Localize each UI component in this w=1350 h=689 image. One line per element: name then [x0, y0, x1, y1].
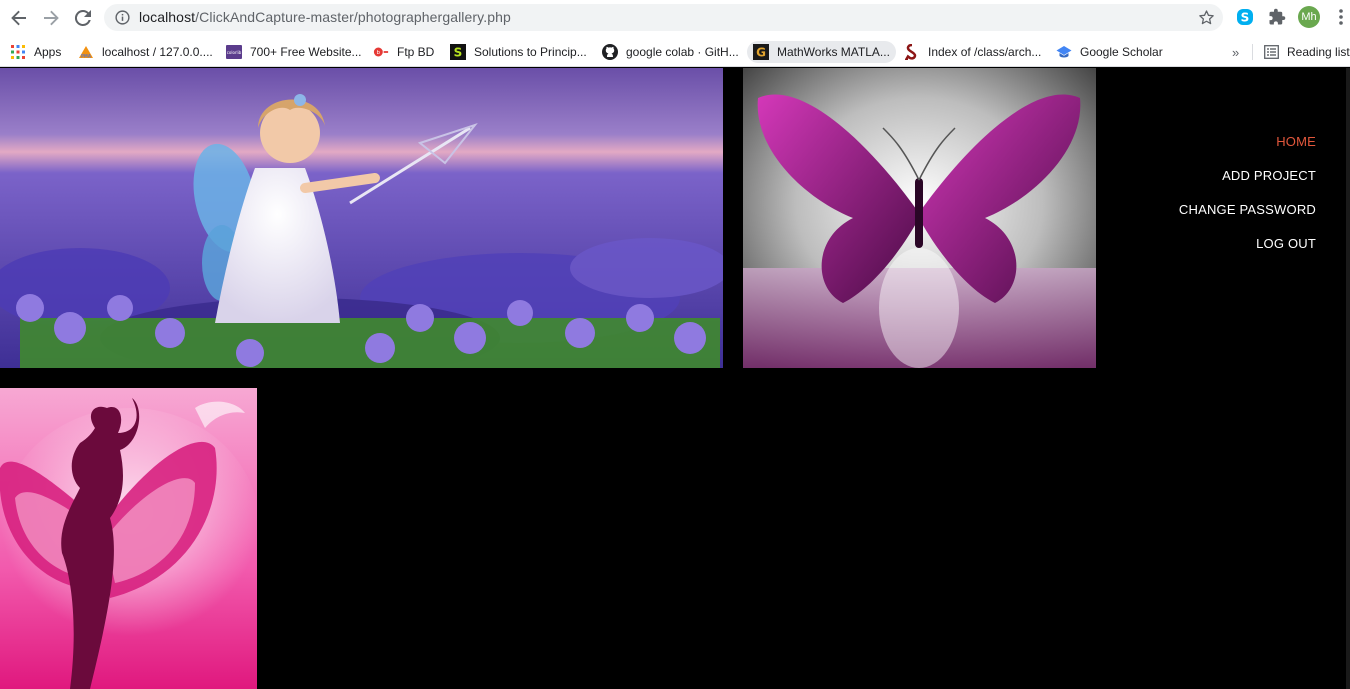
bookmark-label: Index of /class/arch...	[928, 45, 1042, 59]
apps-grid-icon	[10, 44, 26, 60]
bookmark-label: Google Scholar	[1080, 45, 1163, 59]
colorlib-icon: colorlib	[226, 44, 242, 60]
main-nav: HOME ADD PROJECT CHANGE PASSWORD LOG OUT	[1179, 134, 1316, 270]
bookmark-label: MathWorks MATLA...	[777, 45, 890, 59]
bookmarks-divider	[1252, 44, 1253, 60]
address-bar[interactable]: localhost/ClickAndCapture-master/photogr…	[104, 4, 1223, 31]
graduation-cap-icon	[1056, 44, 1072, 60]
svg-text:S: S	[1241, 11, 1250, 25]
nav-add-project-link[interactable]: ADD PROJECT	[1179, 168, 1316, 183]
bookmark-colab[interactable]: google colab · GitH...	[602, 41, 739, 63]
svg-text:G: G	[756, 46, 766, 60]
reading-list-icon	[1263, 44, 1279, 60]
reading-list-label: Reading list	[1287, 45, 1350, 59]
gallery-photo-butterfly[interactable]	[743, 68, 1096, 368]
bookmark-apps[interactable]: Apps	[10, 41, 61, 63]
gallery-photo-pink-fairy[interactable]	[0, 388, 257, 689]
skype-icon[interactable]: S	[1234, 6, 1256, 28]
forward-icon[interactable]	[39, 6, 63, 30]
mathworks-icon: G	[753, 44, 769, 60]
url-host: localhost	[139, 9, 196, 25]
bookmark-scholar[interactable]: Google Scholar	[1056, 41, 1163, 63]
bookmark-localhost[interactable]: PMA localhost / 127.0.0....	[78, 41, 213, 63]
stanford-icon	[904, 44, 920, 60]
url-text: localhost/ClickAndCapture-master/photogr…	[139, 9, 511, 25]
browser-toolbar: localhost/ClickAndCapture-master/photogr…	[0, 0, 1350, 35]
info-icon[interactable]	[115, 10, 130, 30]
nav-log-out-link[interactable]: LOG OUT	[1179, 236, 1316, 251]
url-path: /ClickAndCapture-master/photographergall…	[195, 9, 511, 25]
gallery-page: HOME ADD PROJECT CHANGE PASSWORD LOG OUT	[0, 68, 1350, 689]
kebab-menu-icon[interactable]	[1330, 6, 1350, 28]
back-icon[interactable]	[7, 6, 31, 30]
svg-text:colorlib: colorlib	[227, 50, 242, 55]
bookmark-label: Solutions to Princip...	[474, 45, 587, 59]
bookmark-label: localhost / 127.0.0....	[102, 45, 213, 59]
slader-icon: S	[450, 44, 466, 60]
bookmark-label: google colab · GitH...	[626, 45, 739, 59]
bookmark-colorlib[interactable]: colorlib 700+ Free Website...	[226, 41, 362, 63]
bookmark-ftpbd[interactable]: b Ftp BD	[373, 41, 434, 63]
reload-icon[interactable]	[71, 6, 95, 30]
gallery-photo-fairy-girl[interactable]	[0, 68, 723, 368]
bookmark-mathworks[interactable]: G MathWorks MATLA...	[747, 41, 896, 63]
nav-change-password-link[interactable]: CHANGE PASSWORD	[1179, 202, 1316, 217]
bookmark-label: 700+ Free Website...	[250, 45, 362, 59]
nav-home-link[interactable]: HOME	[1179, 134, 1316, 149]
more-bookmarks-icon[interactable]: »	[1232, 41, 1239, 63]
ftpbd-icon: b	[373, 44, 389, 60]
bookmarks-bar: Apps PMA localhost / 127.0.0.... colorli…	[0, 35, 1350, 67]
phpmyadmin-icon: PMA	[78, 44, 94, 60]
puzzle-icon[interactable]	[1266, 6, 1288, 28]
profile-avatar[interactable]: Mh	[1298, 6, 1320, 28]
svg-text:b: b	[377, 50, 381, 56]
page-scrollbar[interactable]	[1346, 68, 1350, 689]
bookmark-label: Apps	[34, 45, 62, 59]
svg-text:S: S	[454, 46, 463, 60]
bookmark-index-class[interactable]: Index of /class/arch...	[904, 41, 1041, 63]
svg-text:PMA: PMA	[81, 54, 92, 59]
reading-list-button[interactable]: Reading list	[1263, 41, 1350, 63]
github-icon	[602, 44, 618, 60]
bookmark-solutions[interactable]: S Solutions to Princip...	[450, 41, 587, 63]
bookmark-label: Ftp BD	[397, 45, 435, 59]
star-icon[interactable]	[1198, 9, 1215, 31]
